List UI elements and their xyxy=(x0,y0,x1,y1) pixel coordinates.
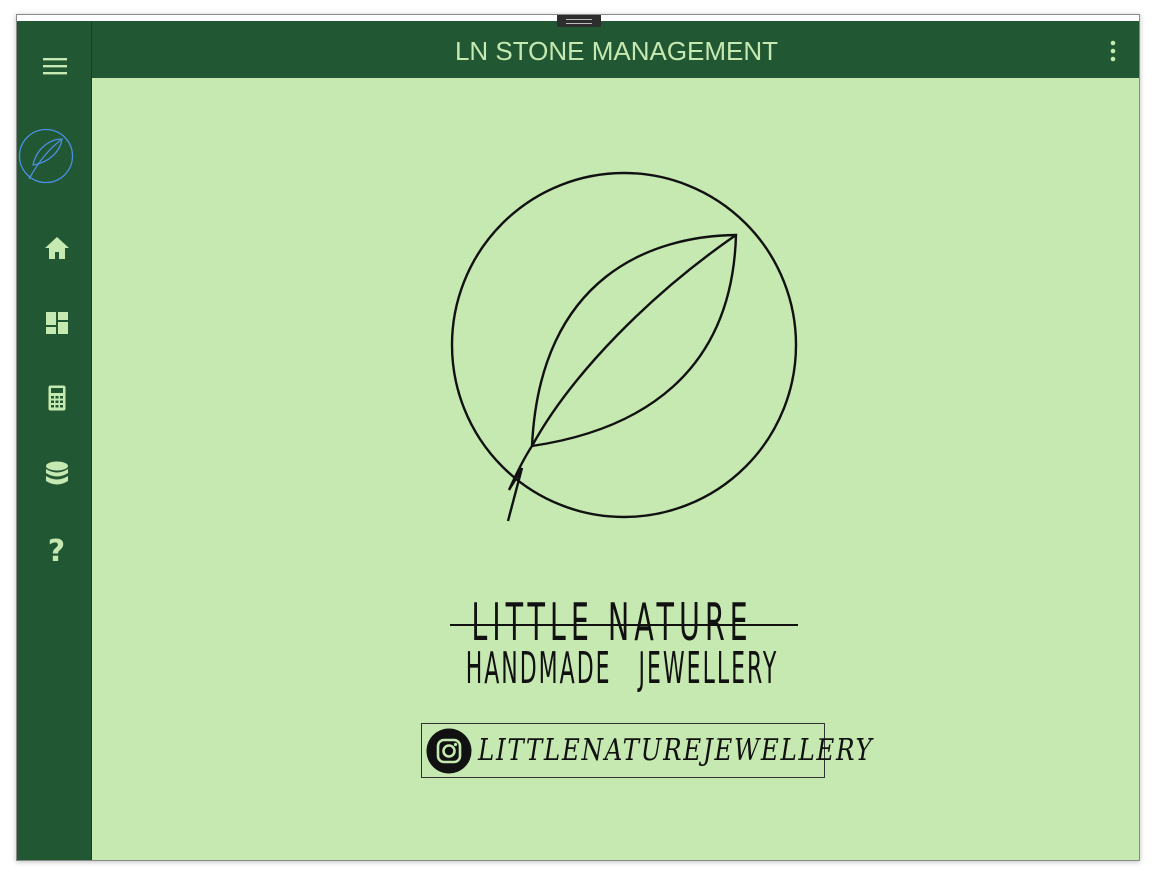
database-icon xyxy=(45,461,68,485)
calculator-icon xyxy=(48,385,65,411)
instagram-handle: LITTLENATUREJEWELLERY xyxy=(478,733,874,768)
sidebar-item-home[interactable] xyxy=(19,234,94,262)
sidebar-item-help[interactable]: ? xyxy=(19,535,94,569)
leaf-logo-icon xyxy=(18,128,73,184)
app-header: LN STONE MANAGEMENT xyxy=(92,21,1139,78)
main-content: LITTLE NATURE HANDMADE JEWELLERY LITTLEN… xyxy=(92,78,1139,860)
help-icon: ? xyxy=(47,534,66,569)
brand-divider xyxy=(450,624,798,626)
dashboard-icon xyxy=(45,312,68,334)
more-vert-icon[interactable] xyxy=(1107,39,1119,63)
sidebar-item-database[interactable] xyxy=(19,460,94,488)
sidebar-item-dashboard[interactable] xyxy=(19,310,94,336)
home-icon xyxy=(44,237,69,259)
brand-tagline: HANDMADE JEWELLERY xyxy=(465,642,779,694)
instagram-badge[interactable]: LITTLENATUREJEWELLERY xyxy=(421,723,874,778)
hamburger-menu-button[interactable] xyxy=(17,51,92,81)
sidebar-item-calculator[interactable] xyxy=(19,384,94,412)
sidebar: ? xyxy=(17,21,94,860)
instagram-icon xyxy=(426,728,472,773)
sidebar-logo[interactable] xyxy=(17,127,83,185)
hamburger-menu-icon xyxy=(42,58,67,75)
app-window: LN STONE MANAGEMENT ? LITTLE NATURE HAND… xyxy=(16,14,1140,861)
page-title: LN STONE MANAGEMENT xyxy=(454,36,779,66)
window-drag-handle[interactable] xyxy=(557,15,601,27)
